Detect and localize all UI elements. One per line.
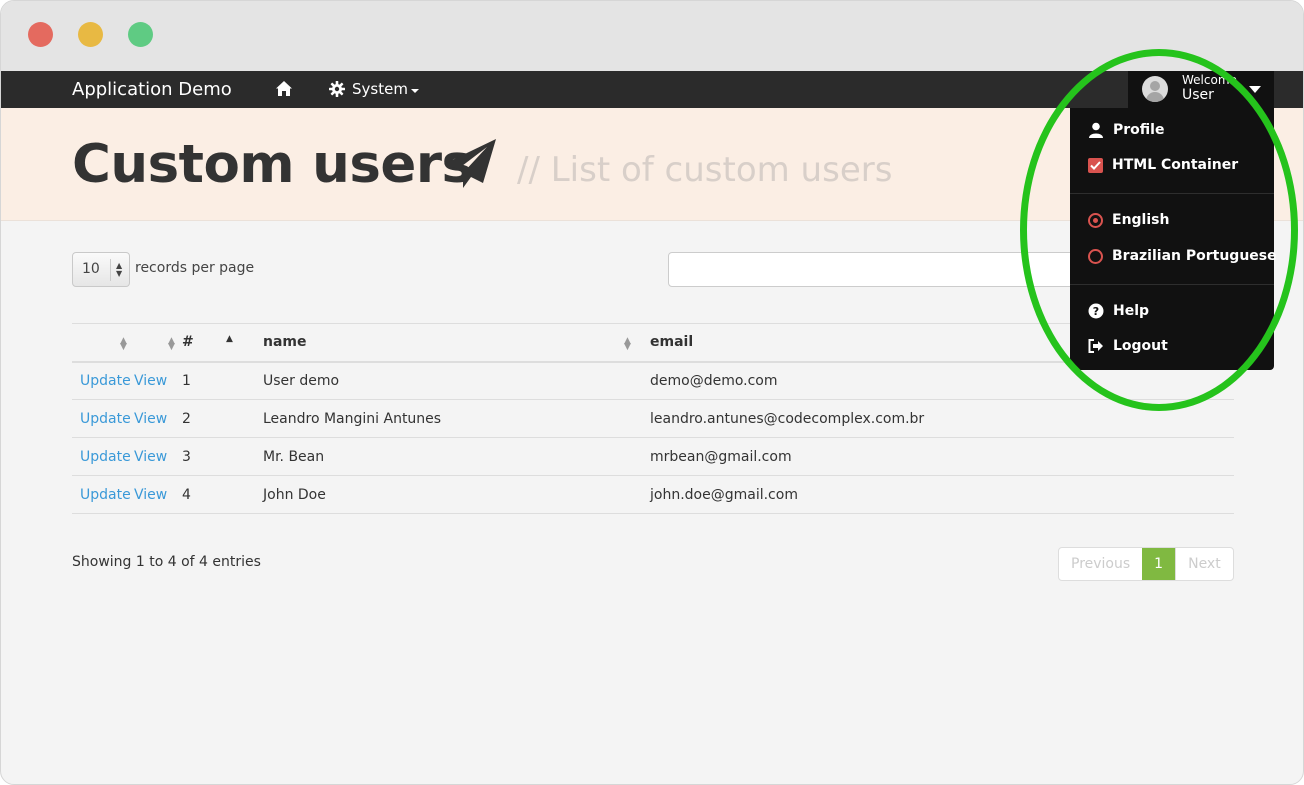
table-row: Update View 1 User demo demo@demo.com (72, 361, 1234, 400)
minimize-window-button[interactable] (78, 22, 103, 47)
sort-asc-icon: ▲ (226, 334, 233, 344)
cell-name: John Doe (263, 475, 650, 514)
pagination-page[interactable]: 1 (1142, 548, 1176, 580)
table-row: Update View 3 Mr. Bean mrbean@gmail.com (72, 437, 1234, 476)
browser-window: Application Demo System Welcome User Cus… (0, 0, 1304, 785)
pagination: Previous 1 Next (1058, 547, 1234, 581)
sort-icon: ▲▼ (168, 336, 175, 352)
system-menu-label: System (352, 80, 408, 98)
table-row: Update View 4 John Doe john.doe@gmail.co… (72, 475, 1234, 514)
view-link[interactable]: View (134, 449, 167, 465)
maximize-window-button[interactable] (128, 22, 153, 47)
paper-plane-icon (444, 139, 496, 188)
view-link[interactable]: View (134, 487, 167, 503)
update-link[interactable]: Update (80, 411, 131, 427)
cell-name: Mr. Bean (263, 437, 650, 476)
sort-icon: ▲▼ (624, 336, 631, 352)
pagination-previous[interactable]: Previous (1059, 548, 1142, 580)
cell-id: 3 (182, 437, 263, 476)
system-menu[interactable]: System (329, 80, 419, 98)
home-icon[interactable] (275, 80, 293, 98)
brand-link[interactable]: Application Demo (72, 79, 232, 100)
column-header-update[interactable]: ▲ ▼ (72, 323, 134, 363)
sort-icon: ▲▼ (120, 336, 127, 352)
cell-name: Leandro Mangini Antunes (263, 399, 650, 438)
cell-id: 4 (182, 475, 263, 514)
records-per-page-label: records per page (135, 260, 255, 276)
update-link[interactable]: Update (80, 373, 131, 389)
page-title: Custom users (72, 134, 473, 195)
update-link[interactable]: Update (80, 487, 131, 503)
cell-id: 1 (182, 361, 263, 400)
cell-id: 2 (182, 399, 263, 438)
table-row: Update View 2 Leandro Mangini Antunes le… (72, 399, 1234, 438)
gear-icon (329, 81, 345, 97)
column-header-name[interactable]: name ▲ ▼ (263, 323, 650, 363)
records-per-page-select[interactable]: 10 ▲ ▼ (72, 252, 130, 287)
close-window-button[interactable] (28, 22, 53, 47)
column-header-view[interactable]: ▲ ▼ (134, 323, 182, 363)
chevron-down-icon (410, 88, 419, 93)
update-link[interactable]: Update (80, 449, 131, 465)
cell-email: mrbean@gmail.com (650, 437, 1234, 476)
table-info: Showing 1 to 4 of 4 entries (72, 554, 261, 570)
cell-name: User demo (263, 361, 650, 400)
caret-down-icon (1249, 86, 1261, 93)
view-link[interactable]: View (134, 373, 167, 389)
page-subtitle: // List of custom users (517, 150, 893, 190)
pagination-next[interactable]: Next (1175, 548, 1233, 580)
records-per-page-value: 10 (82, 261, 100, 277)
view-link[interactable]: View (134, 411, 167, 427)
column-header-id[interactable]: # ▲ (182, 323, 263, 363)
cell-email: john.doe@gmail.com (650, 475, 1234, 514)
highlight-ellipse (1020, 49, 1298, 411)
select-arrows-icon: ▲ ▼ (116, 261, 123, 278)
